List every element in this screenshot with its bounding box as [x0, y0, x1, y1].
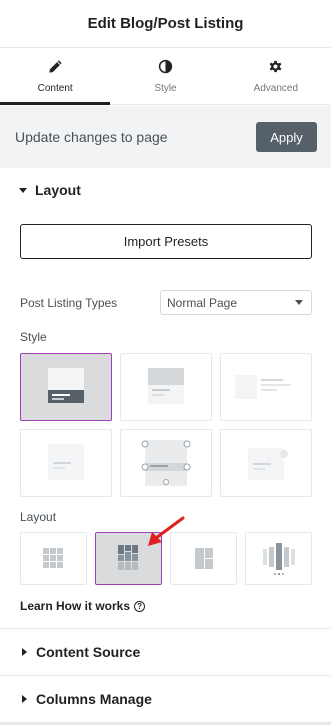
chevron-down-icon — [295, 300, 303, 305]
post-listing-types-select[interactable]: Normal Page — [160, 290, 312, 315]
section-title: Columns Manage — [36, 691, 152, 707]
gear-icon — [270, 60, 282, 72]
tab-label: Content — [37, 82, 73, 94]
update-bar: Update changes to page Apply — [0, 106, 331, 168]
learn-how-label: Learn How it works — [20, 599, 131, 613]
pencil-icon — [49, 59, 62, 73]
panel-header: Edit Blog/Post Listing — [0, 0, 331, 48]
metro-layout-icon — [195, 548, 213, 569]
tab-content[interactable]: Content — [0, 48, 111, 105]
layout-section-header[interactable]: Layout — [0, 168, 331, 212]
apply-button[interactable]: Apply — [256, 122, 317, 152]
layout-section: Layout Import Presets Post Listing Types… — [0, 168, 331, 628]
tab-label: Advanced — [253, 82, 299, 94]
contrast-icon — [158, 59, 173, 73]
caret-right-icon — [22, 648, 27, 656]
tab-advanced[interactable]: Advanced — [221, 48, 331, 104]
layout-options — [20, 532, 312, 585]
layout-option-masonry[interactable] — [95, 532, 162, 585]
tab-label: Style — [154, 82, 177, 94]
section-columns-manage[interactable]: Columns Manage — [0, 675, 331, 722]
layout-option-metro[interactable] — [170, 532, 237, 585]
layout-option-grid[interactable] — [20, 532, 87, 585]
import-presets-button[interactable]: Import Presets — [20, 224, 312, 259]
section-title: Content Source — [36, 644, 141, 660]
style-6-thumbnail-icon — [248, 448, 288, 480]
style-option-3[interactable] — [220, 353, 312, 421]
caret-right-icon — [22, 695, 27, 703]
style-label: Style — [20, 330, 47, 344]
tab-style[interactable]: Style — [110, 48, 220, 104]
style-2-thumbnail-icon — [148, 368, 184, 404]
grid-layout-icon — [43, 548, 63, 568]
masonry-layout-icon — [118, 545, 138, 570]
style-5-thumbnail-icon — [141, 440, 191, 486]
select-value: Normal Page — [167, 295, 238, 310]
layout-label: Layout — [20, 510, 57, 524]
section-content-source[interactable]: Content Source — [0, 628, 331, 675]
style-4-thumbnail-icon — [48, 444, 84, 480]
style-1-thumbnail-icon — [48, 368, 84, 403]
question-circle-icon: ? — [134, 600, 146, 612]
learn-how-link[interactable]: Learn How it works ? — [20, 599, 146, 613]
style-option-5[interactable] — [120, 429, 212, 497]
tab-bar: Content Style Advanced — [0, 48, 331, 105]
layout-option-carousel[interactable] — [245, 532, 312, 585]
carousel-layout-icon — [263, 543, 295, 575]
style-3-thumbnail-icon — [235, 375, 291, 399]
section-title: Layout — [35, 182, 81, 198]
caret-down-icon — [19, 187, 27, 193]
style-option-6[interactable] — [220, 429, 312, 497]
style-option-1[interactable] — [20, 353, 112, 421]
panel-title: Edit Blog/Post Listing — [87, 15, 244, 32]
post-listing-types-label: Post Listing Types — [20, 296, 118, 310]
style-option-2[interactable] — [120, 353, 212, 421]
style-options — [20, 353, 312, 497]
style-option-4[interactable] — [20, 429, 112, 497]
update-text: Update changes to page — [15, 129, 168, 145]
